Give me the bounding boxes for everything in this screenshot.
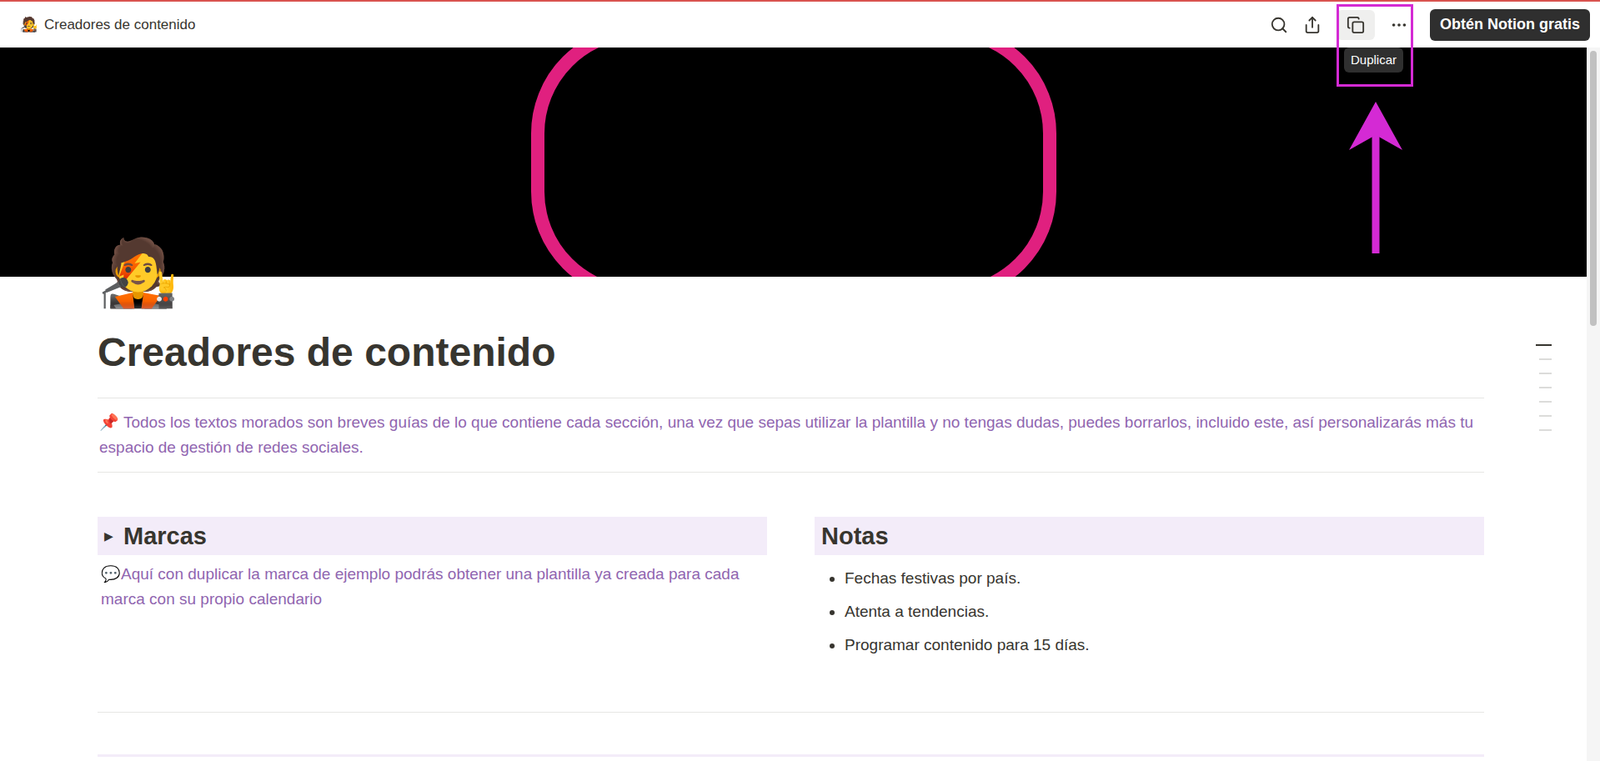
- toc-line[interactable]: [1535, 344, 1552, 347]
- page-emoji-icon[interactable]: 🧑‍🎤: [97, 230, 1485, 315]
- bullet-item: Fechas festivas por país.: [844, 561, 1485, 596]
- table-of-contents[interactable]: [1535, 344, 1552, 432]
- get-notion-button[interactable]: Obtén Notion gratis: [1429, 9, 1590, 41]
- annotation-arrow-icon: [1349, 101, 1403, 254]
- scrollbar[interactable]: [1586, 47, 1600, 761]
- annotation-box: [1336, 4, 1414, 87]
- search-icon[interactable]: [1269, 15, 1289, 35]
- top-accent-line: [0, 0, 1600, 2]
- page-icon: 🧑‍🎤: [20, 14, 38, 36]
- toc-line[interactable]: [1539, 372, 1552, 375]
- bullet-list: Fechas festivas por país.Atenta a tenden…: [814, 561, 1485, 663]
- callout: 📌 Todos los textos morados son breves gu…: [97, 398, 1485, 472]
- page-title[interactable]: Creadores de contenido: [97, 327, 1485, 378]
- more-icon[interactable]: [1389, 15, 1409, 35]
- column: Notas Fechas festivas por país.Atenta a t…: [814, 516, 1485, 663]
- breadcrumb-title[interactable]: Creadores de contenido: [44, 14, 196, 36]
- app: 🧑‍🎤 Creadores de contenido Obtén Notion gr…: [0, 0, 1600, 761]
- cover-image: [0, 47, 1587, 277]
- page-content: 🧑‍🎤 Creadores de contenido 📌 Todos los tex…: [0, 47, 1587, 761]
- toc-line[interactable]: [1539, 415, 1552, 417]
- toc-line[interactable]: [1539, 386, 1552, 389]
- share-icon[interactable]: [1303, 15, 1322, 35]
- column: ▶Marcas 💬Aquí con duplicar la marca de ej…: [97, 516, 768, 663]
- toggle-icon[interactable]: ▶: [104, 527, 114, 546]
- duplicate-button[interactable]: [1336, 10, 1375, 41]
- column-heading[interactable]: Notas: [814, 516, 1485, 556]
- duplicate-icon: [1346, 15, 1365, 35]
- bullet-item: Atenta a tendencias.: [844, 595, 1485, 629]
- top-bar: 🧑‍🎤 Creadores de contenido Obtén Notion gr…: [0, 1, 1600, 48]
- column-heading[interactable]: ▶Marcas: [97, 516, 768, 556]
- toc-line[interactable]: [1539, 401, 1552, 403]
- bullet-item: Programar contenido para 15 días.: [844, 628, 1485, 663]
- tooltip: Duplicar: [1344, 47, 1404, 73]
- toc-line[interactable]: [1539, 358, 1552, 361]
- hint-text: 💬Aquí con duplicar la marca de ejemplo p…: [97, 561, 768, 612]
- toc-line[interactable]: [1539, 429, 1552, 432]
